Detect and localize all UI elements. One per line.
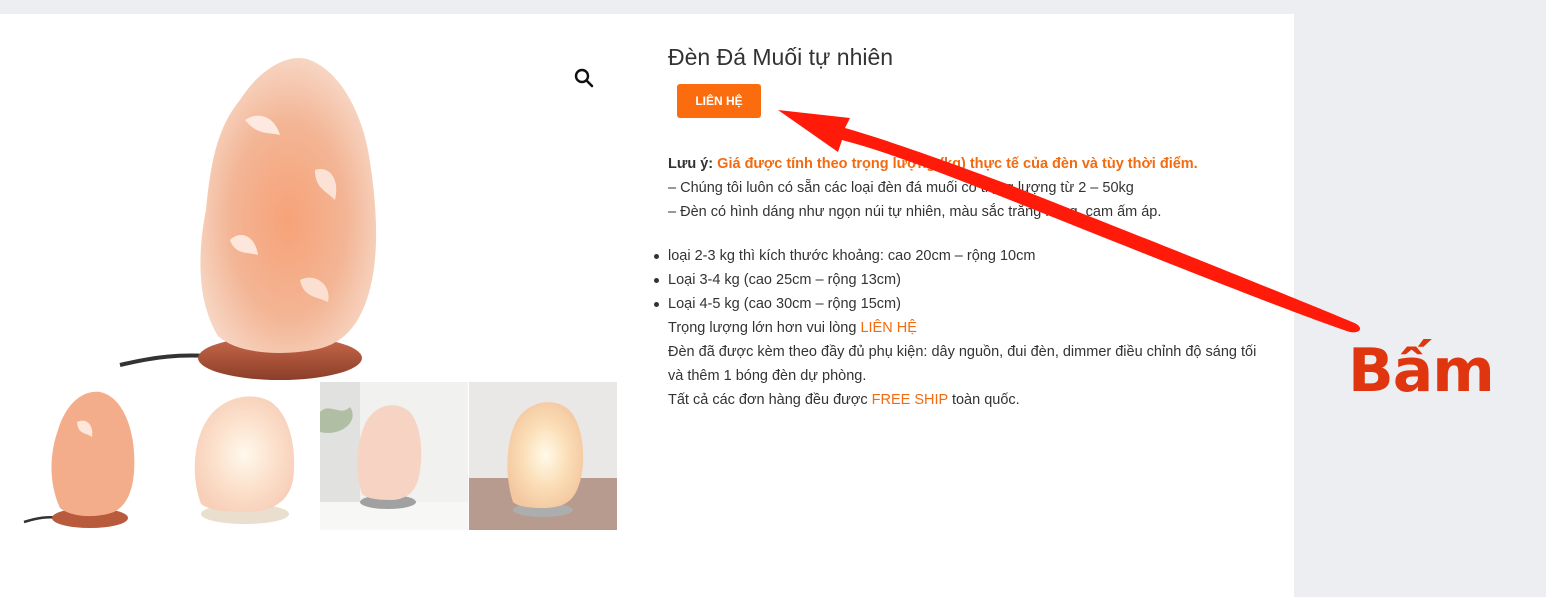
product-description: Lưu ý: Giá được tính theo trọng lượng (k… [654,152,1268,412]
main-product-image[interactable] [110,40,410,385]
free-ship-highlight: FREE SHIP [871,392,948,408]
stock-line: – Chúng tôi luôn có sẵn các loại đèn đá … [668,180,1134,196]
annotation-label: Bấm [1348,336,1495,406]
heavier-line: Trọng lượng lớn hơn vui lòng LIÊN HỆ [668,316,1268,340]
size-list: loại 2-3 kg thì kích thước khoảng: cao 2… [654,244,1268,316]
product-title: Đèn Đá Muối tự nhiên [668,44,894,70]
shipping-prefix: Tất cả các đơn hàng đều được [668,392,872,408]
accessories-line: Đèn đã được kèm theo đầy đủ phụ kiện: dâ… [668,344,1257,384]
shipping-suffix: toàn quốc. [947,392,1020,408]
gallery-thumbnail[interactable] [22,382,170,530]
shape-line: – Đèn có hình dáng như ngọn núi tự nhiên… [668,204,1162,220]
gallery-thumbnail[interactable] [171,382,319,530]
search-icon[interactable] [572,66,596,90]
note-label: Lưu ý: [668,156,714,172]
note-line: Lưu ý: Giá được tính theo trọng lượng (k… [668,152,1268,176]
note-text: Giá được tính theo trọng lượng (kg) thực… [717,156,1198,172]
page-background-side [1294,0,1546,597]
contact-link[interactable]: LIÊN HỆ [860,320,916,336]
gallery-thumbnail[interactable] [320,382,468,530]
list-item: loại 2-3 kg thì kích thước khoảng: cao 2… [654,244,1268,268]
list-item: Loại 3-4 kg (cao 25cm – rộng 13cm) [654,268,1268,292]
list-item: Loại 4-5 kg (cao 30cm – rộng 15cm) [654,292,1268,316]
shipping-line: Tất cả các đơn hàng đều được FREE SHIP t… [668,388,1268,412]
gallery-thumbnail[interactable] [469,382,617,530]
heavier-text: Trọng lượng lớn hơn vui lòng [668,320,861,336]
contact-button[interactable]: LIÊN HỆ [677,84,761,118]
